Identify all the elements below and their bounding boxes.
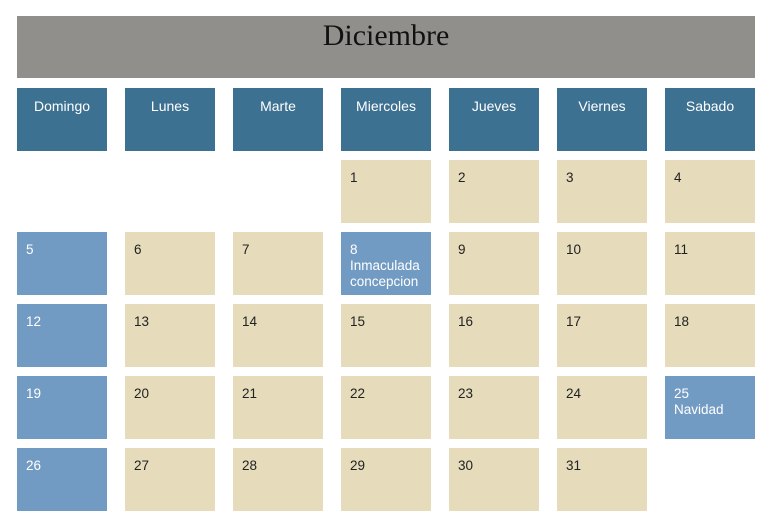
day-cell[interactable]: 24 — [557, 376, 647, 439]
weekday-header-viernes: Viernes — [557, 88, 647, 151]
day-number: 27 — [134, 458, 150, 473]
day-number: 25 — [674, 386, 690, 401]
day-cell[interactable]: 17 — [557, 304, 647, 367]
day-number: 5 — [26, 242, 34, 257]
day-cell[interactable]: 10 — [557, 232, 647, 295]
day-cell[interactable]: 21 — [233, 376, 323, 439]
month-title: Diciembre — [322, 19, 450, 52]
day-cell[interactable]: 28 — [233, 448, 323, 511]
day-number: 12 — [26, 314, 42, 329]
weekday-header-lunes: Lunes — [125, 88, 215, 151]
day-number: 20 — [134, 386, 150, 401]
day-cell[interactable]: 20 — [125, 376, 215, 439]
day-number: 23 — [458, 386, 474, 401]
weekday-header-miercoles: Miercoles — [341, 88, 431, 151]
day-cell[interactable]: 1 — [341, 160, 431, 223]
day-cell[interactable]: 3 — [557, 160, 647, 223]
day-cell[interactable]: 2 — [449, 160, 539, 223]
day-cell-sunday[interactable]: 5 — [17, 232, 107, 295]
day-cell[interactable]: 14 — [233, 304, 323, 367]
day-number: 18 — [674, 314, 690, 329]
day-number: 2 — [458, 170, 466, 185]
day-number: 6 — [134, 242, 142, 257]
day-cell[interactable]: 27 — [125, 448, 215, 511]
day-number: 24 — [566, 386, 582, 401]
day-cell[interactable]: 11 — [665, 232, 755, 295]
day-cell[interactable]: 6 — [125, 232, 215, 295]
day-number: 31 — [566, 458, 582, 473]
weekday-header-marte: Marte — [233, 88, 323, 151]
day-number: 4 — [674, 170, 682, 185]
holiday-label: Navidad — [674, 402, 724, 417]
day-number: 19 — [26, 386, 42, 401]
weekday-header-jueves: Jueves — [449, 88, 539, 151]
day-cell[interactable]: 15 — [341, 304, 431, 367]
day-cell-holiday[interactable]: 8 Inmaculada concepcion — [341, 232, 431, 295]
day-number: 26 — [26, 458, 42, 473]
day-number: 28 — [242, 458, 258, 473]
day-number: 7 — [242, 242, 250, 257]
day-number: 17 — [566, 314, 582, 329]
day-number: 16 — [458, 314, 474, 329]
day-number: 8 — [350, 242, 358, 257]
day-number: 14 — [242, 314, 258, 329]
day-number: 15 — [350, 314, 366, 329]
day-number: 3 — [566, 170, 574, 185]
day-cell[interactable]: 7 — [233, 232, 323, 295]
day-cell[interactable]: 18 — [665, 304, 755, 367]
day-cell[interactable]: 22 — [341, 376, 431, 439]
day-number: 9 — [458, 242, 466, 257]
holiday-label: Inmaculada concepcion — [350, 258, 420, 289]
day-number: 30 — [458, 458, 474, 473]
day-number: 29 — [350, 458, 366, 473]
day-number: 22 — [350, 386, 366, 401]
day-cell[interactable]: 13 — [125, 304, 215, 367]
day-cell[interactable]: 30 — [449, 448, 539, 511]
day-cell[interactable]: 16 — [449, 304, 539, 367]
day-number: 13 — [134, 314, 150, 329]
day-cell[interactable]: 31 — [557, 448, 647, 511]
day-cell[interactable]: 9 — [449, 232, 539, 295]
day-number: 1 — [350, 170, 358, 185]
day-cell[interactable]: 29 — [341, 448, 431, 511]
day-cell-sunday[interactable]: 26 — [17, 448, 107, 511]
weekday-header-domingo: Domingo — [17, 88, 107, 151]
day-cell[interactable]: 4 — [665, 160, 755, 223]
day-cell-holiday[interactable]: 25 Navidad — [665, 376, 755, 439]
day-number: 21 — [242, 386, 258, 401]
month-title-bar: Diciembre — [17, 16, 755, 78]
day-cell[interactable]: 23 — [449, 376, 539, 439]
weekday-header-sabado: Sabado — [665, 88, 755, 151]
day-cell-sunday[interactable]: 12 — [17, 304, 107, 367]
day-cell-sunday[interactable]: 19 — [17, 376, 107, 439]
day-number: 11 — [674, 242, 689, 257]
day-number: 10 — [566, 242, 582, 257]
